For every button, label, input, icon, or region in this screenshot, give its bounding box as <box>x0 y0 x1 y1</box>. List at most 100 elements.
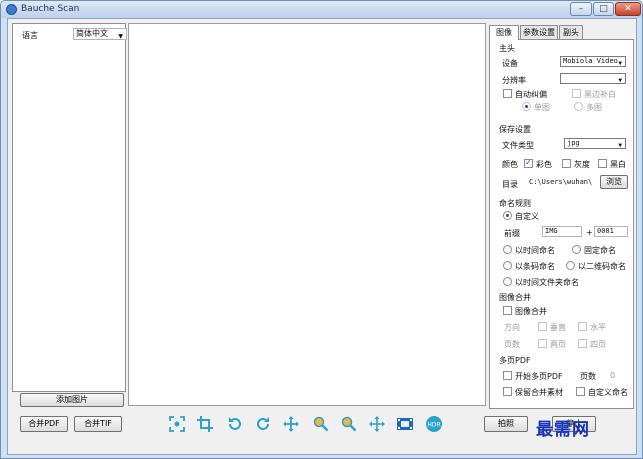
language-value: 简体中文 <box>76 29 108 38</box>
single-image-radio[interactable] <box>522 102 531 111</box>
watermark-logo: 最需网 <box>536 420 590 440</box>
rotate-right-icon[interactable] <box>254 415 272 433</box>
color-label: 颜色 <box>502 160 518 169</box>
tab-image[interactable]: 图像 <box>489 25 519 40</box>
capture-button[interactable]: 拍照 <box>484 416 528 432</box>
chevron-down-icon: ▼ <box>618 77 622 84</box>
keep-merge-checkbox[interactable] <box>503 387 512 396</box>
maximize-button[interactable]: □ <box>593 2 614 16</box>
main-camera-header: 主头 <box>499 44 515 53</box>
client-area: 语言 简体中文 ▼ 添加图片 合并PDF 合并TIF HDR 拍照 停止 图像 … <box>7 18 637 455</box>
naming-rules-header: 命名规则 <box>499 199 531 208</box>
left-panel: 语言 简体中文 ▼ <box>12 23 127 392</box>
device-select[interactable]: Mobiola Video ▼ <box>560 56 626 67</box>
page-count-value: 0 <box>610 371 616 380</box>
zoom-in-icon[interactable] <box>312 415 330 433</box>
barcode-name-radio[interactable] <box>503 261 512 270</box>
direction-label: 方向 <box>504 323 520 332</box>
multi-image-label: 多图 <box>586 103 602 112</box>
app-window: Bauche Scan – □ ✕ 语言 简体中文 ▼ 添加图片 合并PDF 合… <box>0 0 643 459</box>
prefix-input[interactable]: IMG <box>542 226 582 237</box>
save-settings-header: 保存设置 <box>499 125 531 134</box>
two-pages-checkbox[interactable] <box>538 339 547 348</box>
fixed-name-label: 固定命名 <box>584 246 616 255</box>
directory-label: 目录 <box>502 180 518 189</box>
window-title: Bauche Scan <box>21 4 80 14</box>
time-name-radio[interactable] <box>503 245 512 254</box>
four-pages-label: 四页 <box>590 340 606 349</box>
focus-icon[interactable] <box>168 415 186 433</box>
preview-canvas[interactable] <box>128 23 486 406</box>
four-pages-checkbox[interactable] <box>578 339 587 348</box>
hd-icon[interactable]: HDR <box>424 415 442 433</box>
horizontal-checkbox[interactable] <box>578 322 587 331</box>
tab-secondary-camera[interactable]: 副头 <box>559 25 583 39</box>
multipage-pdf-header: 多页PDF <box>499 356 531 365</box>
directory-field[interactable]: C:\Users\wuhan\ <box>526 177 592 188</box>
move-icon[interactable] <box>282 415 300 433</box>
language-label: 语言 <box>22 31 38 40</box>
custom-name-radio[interactable] <box>503 211 512 220</box>
fill-border-checkbox[interactable] <box>572 89 581 98</box>
rotate-left-icon[interactable] <box>226 415 244 433</box>
resolution-label: 分辨率 <box>502 76 526 85</box>
settings-panel: 主头 设备 Mobiola Video ▼ 分辨率 ▼ 自动纠偏 黑边补白 单图… <box>489 39 634 409</box>
merge-tif-button[interactable]: 合并TIF <box>74 416 122 432</box>
filetype-label: 文件类型 <box>502 141 534 150</box>
time-name-label: 以时间命名 <box>515 246 555 255</box>
two-pages-label: 两页 <box>550 340 566 349</box>
multi-image-radio[interactable] <box>574 102 583 111</box>
chevron-down-icon: ▼ <box>618 142 622 149</box>
vertical-checkbox[interactable] <box>538 322 547 331</box>
device-value: Mobiola Video <box>563 57 618 65</box>
start-multipdf-checkbox[interactable] <box>503 371 512 380</box>
chevron-down-icon: ▼ <box>118 33 123 40</box>
image-merge-checkbox[interactable] <box>503 306 512 315</box>
counter-input[interactable]: 0001 <box>594 226 628 237</box>
minimize-button[interactable]: – <box>570 2 592 16</box>
image-merge-header: 图像合并 <box>499 293 531 302</box>
film-icon[interactable] <box>396 415 414 433</box>
image-toolbar: HDR <box>166 415 456 435</box>
custom-naming-checkbox[interactable] <box>576 387 585 396</box>
merge-pdf-button[interactable]: 合并PDF <box>20 416 68 432</box>
bw-checkbox[interactable] <box>598 159 607 168</box>
plus-sign: + <box>586 228 593 237</box>
image-merge-label: 图像合并 <box>515 307 547 316</box>
close-button[interactable]: ✕ <box>615 2 641 16</box>
svg-text:HDR: HDR <box>427 422 440 429</box>
color-option-label: 彩色 <box>536 160 552 169</box>
prefix-label: 前缀 <box>504 229 520 238</box>
horizontal-label: 水平 <box>590 323 606 332</box>
qrcode-name-radio[interactable] <box>566 261 575 270</box>
vertical-label: 垂直 <box>550 323 566 332</box>
filetype-value: jpg <box>567 139 580 147</box>
zoom-out-icon[interactable] <box>340 415 358 433</box>
fixed-name-radio[interactable] <box>572 245 581 254</box>
browse-button[interactable]: 浏览 <box>600 175 628 189</box>
crop-icon[interactable] <box>196 415 214 433</box>
custom-naming-label: 自定义命名 <box>588 388 628 397</box>
fill-border-label: 黑边补白 <box>584 90 616 99</box>
auto-crop-checkbox[interactable] <box>503 89 512 98</box>
title-bar[interactable]: Bauche Scan – □ ✕ <box>1 1 642 18</box>
tab-parameters[interactable]: 参数设置 <box>520 25 558 39</box>
single-image-label: 单图 <box>534 103 550 112</box>
time-folder-radio[interactable] <box>503 277 512 286</box>
color-checkbox[interactable] <box>524 158 533 168</box>
device-label: 设备 <box>502 59 518 68</box>
filetype-select[interactable]: jpg ▼ <box>564 138 626 149</box>
bw-option-label: 黑白 <box>610 160 626 169</box>
keep-merge-label: 保留合并素材 <box>515 388 563 397</box>
gray-checkbox[interactable] <box>562 159 571 168</box>
start-multipdf-label: 开始多页PDF <box>515 372 563 381</box>
language-select[interactable]: 简体中文 ▼ <box>73 28 127 40</box>
resolution-select[interactable]: ▼ <box>560 73 626 84</box>
chevron-down-icon: ▼ <box>618 60 622 67</box>
add-image-button[interactable]: 添加图片 <box>20 393 124 407</box>
auto-crop-label: 自动纠偏 <box>515 90 547 99</box>
center-icon[interactable] <box>368 415 386 433</box>
pages-label: 页数 <box>504 340 520 349</box>
custom-name-label: 自定义 <box>515 212 539 221</box>
gray-option-label: 灰度 <box>574 160 590 169</box>
